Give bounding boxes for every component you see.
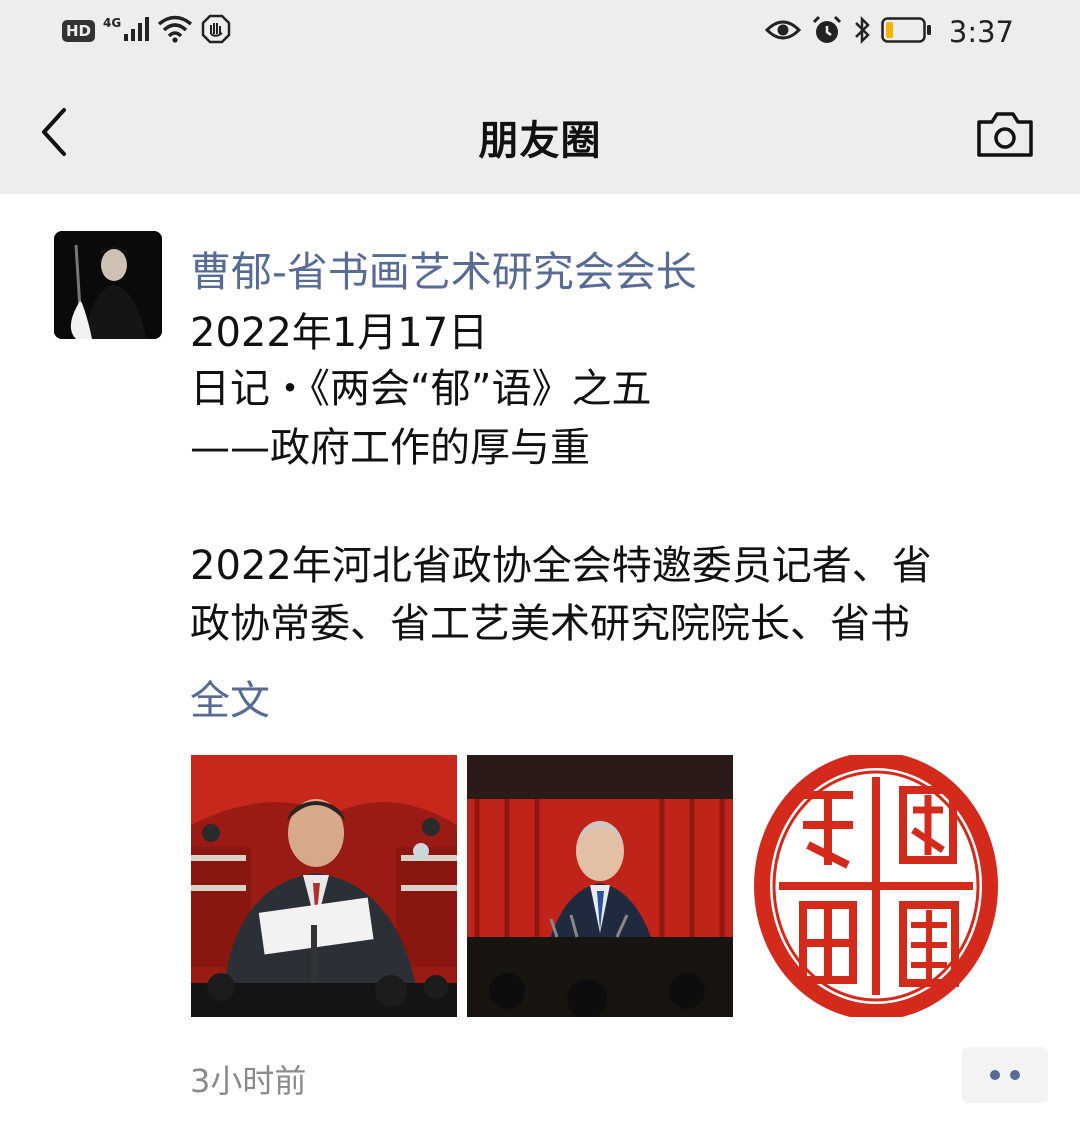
post-photo[interactable] xyxy=(191,755,457,1017)
author-name[interactable]: 曹郁-省书画艺术研究会会长 xyxy=(190,238,697,298)
more-actions-button[interactable] xyxy=(962,1047,1048,1103)
network-label: 4G xyxy=(103,16,122,30)
camera-button[interactable] xyxy=(976,110,1034,158)
signal-icon xyxy=(123,16,150,46)
post-text-line: 政协常委、省工艺美术研究院院长、省书 xyxy=(190,601,910,647)
status-left: HD 4G xyxy=(62,14,231,48)
shield-icon xyxy=(201,14,231,48)
status-bar: HD 4G 3:37 xyxy=(0,0,1080,70)
full-text-link[interactable]: 全文 xyxy=(190,668,270,726)
more-dots-icon xyxy=(990,1070,1020,1080)
moment-post: 曹郁-省书画艺术研究会会长 2022年1月17日 日记・《两会“郁”语》之五 —… xyxy=(0,194,1080,1128)
post-text-line: 2022年1月17日 xyxy=(190,310,489,356)
post-text-line: 2022年河北省政协全会特邀委员记者、省 xyxy=(190,543,932,589)
post-text-line: ——政府工作的厚与重 xyxy=(190,425,590,471)
post-text-line: 日记・《两会“郁”语》之五 xyxy=(190,366,652,412)
post-photo[interactable] xyxy=(743,755,1009,1017)
status-right: 3:37 xyxy=(764,14,1014,50)
seal-image xyxy=(754,755,998,1017)
wifi-icon xyxy=(157,15,193,47)
bluetooth-icon xyxy=(853,15,871,49)
alarm-icon xyxy=(811,14,843,50)
nav-bar: 朋友圈 xyxy=(0,70,1080,194)
camera-icon xyxy=(977,112,1033,157)
avatar[interactable] xyxy=(54,231,162,339)
post-timestamp: 3小时前 xyxy=(190,1062,307,1100)
eye-icon xyxy=(764,18,801,46)
post-photo[interactable] xyxy=(467,755,733,1017)
hd-badge: HD xyxy=(62,20,96,42)
battery-icon xyxy=(881,16,933,48)
clock-time: 3:37 xyxy=(948,15,1014,49)
page-title: 朋友圈 xyxy=(478,118,602,164)
